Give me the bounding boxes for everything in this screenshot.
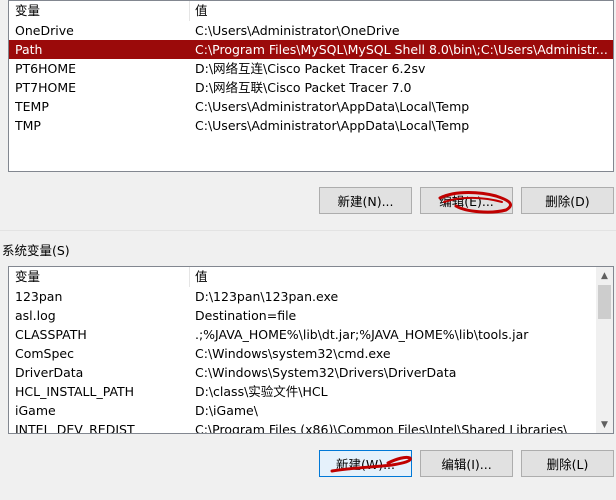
variable-value: Destination=file (195, 308, 297, 323)
variable-value: .;%JAVA_HOME%\lib\dt.jar;%JAVA_HOME%\lib… (195, 327, 529, 342)
table-row[interactable]: HCL_INSTALL_PATH D:\class\实验文件\HCL (9, 382, 596, 401)
column-header-value[interactable]: 值 (195, 267, 595, 287)
table-row[interactable]: PT7HOME D:\网络互联\Cisco Packet Tracer 7.0 (9, 78, 613, 97)
variable-value: D:\iGame\ (195, 403, 258, 418)
scroll-down-icon[interactable]: ▼ (596, 416, 613, 433)
variable-name: ComSpec (15, 346, 74, 361)
variable-value: D:\class\实验文件\HCL (195, 384, 328, 399)
variable-value: D:\网络互联\Cisco Packet Tracer 7.0 (195, 80, 412, 95)
variable-name: CLASSPATH (15, 327, 87, 342)
variable-name: OneDrive (15, 23, 74, 38)
table-row[interactable]: TEMP C:\Users\Administrator\AppData\Local… (9, 97, 613, 116)
variable-name: INTEL_DEV_REDIST (15, 422, 135, 434)
variable-value: D:\网络互连\Cisco Packet Tracer 6.2sv (195, 61, 426, 76)
column-header-value[interactable]: 值 (195, 1, 605, 21)
variable-value: C:\Program Files\MySQL\MySQL Shell 8.0\b… (195, 42, 608, 57)
table-row[interactable]: Path C:\Program Files\MySQL\MySQL Shell 8… (9, 40, 613, 59)
user-variables-header: 变量 值 (9, 1, 613, 21)
system-variables-label: 系统变量(S) (2, 243, 70, 258)
variable-name: iGame (15, 403, 56, 418)
variable-value: C:\Users\Administrator\AppData\Local\Tem… (195, 99, 470, 114)
user-edit-button[interactable]: 编辑(E)... (420, 187, 513, 214)
system-variables-header: 变量 值 (9, 267, 596, 287)
variable-name: PT6HOME (15, 61, 77, 76)
user-variables-list[interactable]: 变量 值 OneDrive C:\Users\Administrator\OneD… (8, 0, 614, 172)
user-delete-button[interactable]: 删除(D) (521, 187, 614, 214)
variable-value: C:\Users\Administrator\AppData\Local\Tem… (195, 118, 470, 133)
system-delete-button[interactable]: 删除(L) (521, 450, 614, 477)
scroll-up-icon[interactable]: ▲ (596, 267, 613, 284)
table-row[interactable]: ComSpec C:\Windows\system32\cmd.exe (9, 344, 596, 363)
system-edit-button[interactable]: 编辑(I)... (420, 450, 513, 477)
variable-value: C:\Windows\System32\Drivers\DriverData (195, 365, 457, 380)
variable-name: TEMP (15, 99, 49, 114)
variable-value: C:\Users\Administrator\OneDrive (195, 23, 400, 38)
section-separator (0, 230, 616, 231)
table-row[interactable]: asl.log Destination=file (9, 306, 596, 325)
table-row[interactable]: iGame D:\iGame\ (9, 401, 596, 420)
variable-name: DriverData (15, 365, 84, 380)
table-row[interactable]: CLASSPATH .;%JAVA_HOME%\lib\dt.jar;%JAVA_… (9, 325, 596, 344)
user-new-button[interactable]: 新建(N)... (319, 187, 412, 214)
column-header-name[interactable]: 变量 (15, 267, 185, 287)
variable-name: Path (15, 42, 43, 57)
variable-value: D:\123pan\123pan.exe (195, 289, 339, 304)
system-new-button[interactable]: 新建(W)... (319, 450, 412, 477)
table-row[interactable]: OneDrive C:\Users\Administrator\OneDrive (9, 21, 613, 40)
column-header-name[interactable]: 变量 (15, 1, 185, 21)
scrollbar-thumb[interactable] (598, 285, 611, 319)
variable-value: C:\Program Files (x86)\Common Files\Inte… (195, 422, 568, 434)
system-variables-list[interactable]: 变量 值 123pan D:\123pan\123pan.exe asl.log De… (8, 266, 614, 434)
variable-name: HCL_INSTALL_PATH (15, 384, 135, 399)
table-row[interactable]: DriverData C:\Windows\System32\Drivers\Dr… (9, 363, 596, 382)
variable-name: asl.log (15, 308, 56, 323)
table-row[interactable]: 123pan D:\123pan\123pan.exe (9, 287, 596, 306)
variable-name: TMP (15, 118, 41, 133)
table-row[interactable]: PT6HOME D:\网络互连\Cisco Packet Tracer 6.2sv (9, 59, 613, 78)
table-row[interactable]: INTEL_DEV_REDIST C:\Program Files (x86)\C… (9, 420, 596, 434)
system-variables-scrollbar[interactable]: ▲ ▼ (596, 267, 613, 433)
variable-name: 123pan (15, 289, 63, 304)
variable-name: PT7HOME (15, 80, 77, 95)
variable-value: C:\Windows\system32\cmd.exe (195, 346, 391, 361)
table-row[interactable]: TMP C:\Users\Administrator\AppData\Local\… (9, 116, 613, 135)
